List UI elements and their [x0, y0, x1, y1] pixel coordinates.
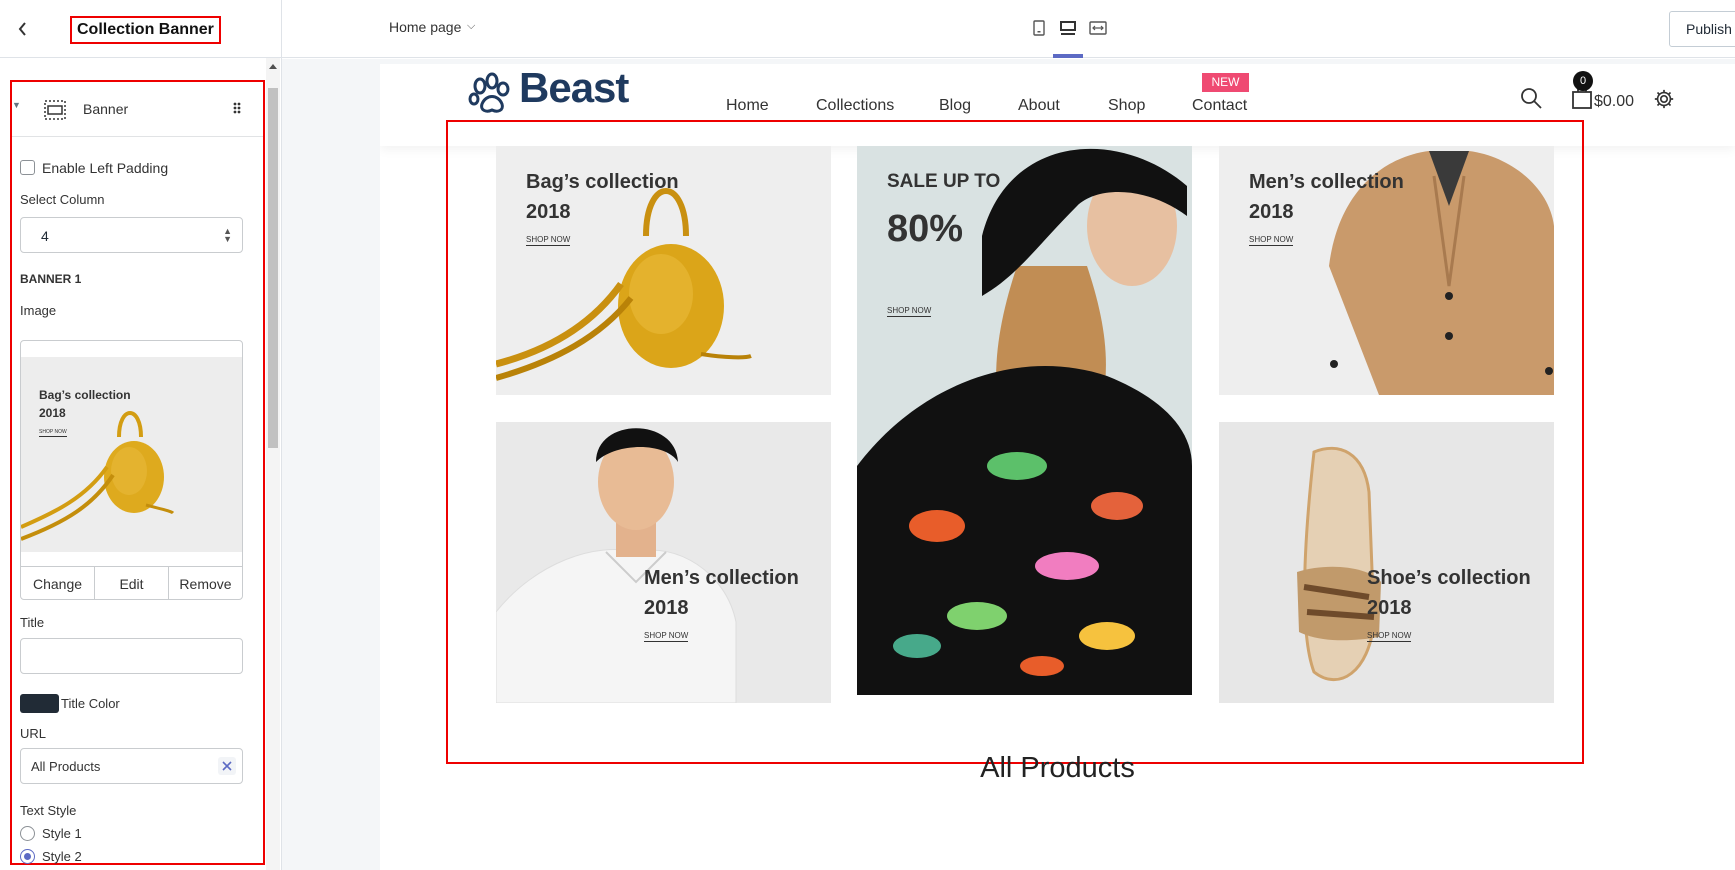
title-input[interactable] [20, 638, 243, 674]
block-label: Banner [83, 101, 129, 117]
nav-home[interactable]: Home [726, 97, 769, 115]
desktop-icon [1060, 21, 1076, 35]
select-column-value: 4 [41, 228, 49, 244]
image-preview[interactable]: Bag’s collection 2018 SHOP NOW [21, 357, 242, 552]
image-actions: Change Edit Remove [21, 566, 242, 599]
search-icon[interactable] [1519, 86, 1543, 110]
bag-image-icon [21, 411, 175, 541]
clear-url-button[interactable] [218, 757, 236, 775]
scrollbar-thumb[interactable] [268, 88, 278, 448]
nav-contact[interactable]: Contact [1192, 97, 1247, 115]
fullwidth-icon [1089, 21, 1107, 35]
cart-count-badge: 0 [1573, 71, 1593, 91]
nav-shop[interactable]: Shop [1108, 97, 1145, 115]
title-color-label: Title Color [61, 696, 120, 711]
style-1-radio[interactable] [20, 826, 35, 841]
sidebar-scrollbar[interactable] [266, 58, 280, 870]
enable-left-padding-label: Enable Left Padding [42, 160, 169, 176]
all-products-heading: All Products [980, 752, 1135, 784]
select-arrows-icon: ▲ ▼ [223, 226, 232, 244]
store-logo[interactable]: Beast [519, 64, 629, 112]
desktop-view-button[interactable] [1056, 17, 1080, 39]
url-label: URL [20, 726, 47, 741]
title-color-swatch[interactable] [20, 694, 59, 713]
image-label: Image [20, 303, 57, 318]
sidebar-title: Collection Banner [70, 16, 221, 44]
image-picker: Bag’s collection 2018 SHOP NOW Change Ed… [20, 340, 243, 600]
fullwidth-view-button[interactable] [1086, 17, 1110, 39]
nav-about[interactable]: About [1018, 97, 1060, 115]
select-column-dropdown[interactable]: 4 ▲ ▼ [20, 217, 243, 253]
banner-section-heading: BANNER 1 [20, 272, 82, 286]
sidebar-scroll-area[interactable]: ▼ Banner Enable Left Padding Select Colu… [0, 58, 282, 870]
remove-image-button[interactable]: Remove [169, 567, 242, 599]
editor-topbar: Home page ⌵ Publish [282, 0, 1735, 58]
storefront-preview: Beast Home Collections Blog About NEW Sh… [380, 64, 1735, 870]
title-label: Title [20, 615, 45, 630]
paw-logo-icon[interactable] [468, 72, 512, 116]
back-button[interactable] [12, 18, 34, 40]
text-style-label: Text Style [20, 803, 77, 818]
nav-blog[interactable]: Blog [939, 97, 971, 115]
enable-left-padding-checkbox[interactable] [20, 160, 35, 175]
chevron-down-icon[interactable]: ⌵ [467, 20, 475, 33]
mobile-icon [1033, 20, 1045, 36]
select-column-label: Select Column [20, 192, 105, 207]
selected-section-outline [446, 120, 1584, 764]
edit-image-button[interactable]: Edit [95, 567, 169, 599]
new-badge: NEW [1202, 73, 1249, 92]
close-icon [222, 761, 232, 771]
chevron-left-icon [18, 22, 26, 36]
cart-total[interactable]: $0.00 [1594, 93, 1634, 111]
style-1-label: Style 1 [42, 826, 82, 841]
page-selector[interactable]: Home page [389, 19, 461, 35]
publish-button[interactable]: Publish [1669, 11, 1735, 47]
url-value: All Products [31, 759, 101, 774]
url-field[interactable]: All Products [20, 748, 243, 784]
nav-collections[interactable]: Collections [816, 97, 894, 115]
scroll-up-icon[interactable] [266, 60, 280, 72]
settings-sidebar: Collection Banner ▼ Banner Enable Left P… [0, 0, 282, 870]
block-row[interactable]: ▼ Banner [12, 82, 263, 137]
banner-layout-icon [44, 100, 66, 120]
drag-handle-icon[interactable] [232, 100, 242, 116]
sidebar-header: Collection Banner [0, 0, 282, 58]
active-view-indicator [1053, 54, 1083, 58]
banner-settings-panel: ▼ Banner Enable Left Padding Select Colu… [10, 80, 265, 865]
style-2-radio[interactable] [20, 849, 35, 864]
mobile-view-button[interactable] [1027, 17, 1051, 39]
style-2-label: Style 2 [42, 849, 82, 864]
change-image-button[interactable]: Change [21, 567, 95, 599]
theme-editor: Collection Banner ▼ Banner Enable Left P… [0, 0, 1735, 870]
collapse-arrow-icon[interactable]: ▼ [12, 100, 21, 110]
preview-canvas: Beast Home Collections Blog About NEW Sh… [282, 59, 1735, 870]
gear-icon[interactable] [1653, 88, 1675, 110]
